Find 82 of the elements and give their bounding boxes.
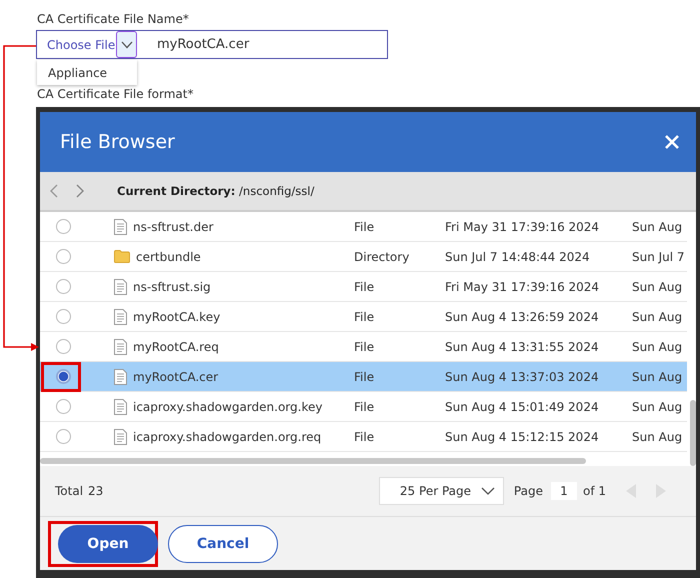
file-name: icaproxy.shadowgarden.org.req [133, 430, 322, 444]
modified-date: Sun Jul 7 14:48:44 2024 [445, 250, 591, 264]
date-cell-text: Sun Aug [632, 280, 684, 294]
horizontal-scrollbar[interactable] [40, 458, 586, 464]
current-directory: Current Directory: /nsconfig/ssl/ [117, 184, 314, 198]
modified-date: Sun Aug 4 15:01:49 2024 [445, 400, 600, 414]
date-cell-text: Sun Aug [632, 220, 684, 234]
document-icon [114, 308, 127, 324]
radio-button[interactable] [56, 339, 70, 354]
close-button[interactable] [664, 134, 680, 150]
document-icon [114, 428, 127, 444]
modified-date: Fri May 31 17:39:16 2024 [445, 280, 600, 294]
file-type: File [354, 220, 376, 234]
per-page-select[interactable]: 25 Per Page [378, 477, 504, 505]
file-row[interactable]: ns-sftrust.sig File Fri May 31 17:39:16 2024 Sun Aug [40, 272, 687, 302]
file-type: File [354, 370, 376, 384]
file-type: Directory [354, 250, 410, 264]
per-page-value: 25 Per Page [400, 484, 471, 498]
radio-button[interactable] [56, 249, 70, 264]
file-row[interactable]: myRootCA.key File Sun Aug 4 13:26:59 2024 Sun Aug [40, 302, 687, 332]
close-icon [664, 134, 680, 150]
file-type: File [354, 430, 376, 444]
radio-button[interactable] [56, 219, 70, 234]
file-name: icaproxy.shadowgarden.org.key [133, 400, 322, 414]
folder-icon [114, 250, 130, 263]
radio-button[interactable] [56, 369, 70, 384]
date-cell-text: Sun Aug [632, 400, 684, 414]
date-cell-text: Sun Aug [632, 430, 684, 444]
date-cell-text: Sun Aug [632, 310, 684, 324]
menu-item[interactable]: Appliance [37, 60, 137, 85]
document-icon [114, 278, 127, 294]
chevron-left-icon [50, 184, 58, 198]
document-icon [114, 368, 127, 384]
document-icon [114, 398, 127, 414]
file-name-field[interactable]: Choose File myRootCA.cer [36, 30, 388, 59]
file-name: myRootCA.req [133, 340, 219, 354]
open-button[interactable]: Open [58, 524, 158, 562]
total-label: Total [55, 484, 84, 498]
chevron-right-icon [76, 184, 84, 198]
file-name: ns-sftrust.der [133, 220, 214, 234]
date-cell-text: Sun Aug [632, 370, 684, 384]
file-row[interactable]: ns-sftrust.der File Fri May 31 17:39:16 2024 Sun Aug [40, 212, 687, 242]
modified-date: Sun Aug 4 13:37:03 2024 [445, 370, 600, 384]
page-number-field[interactable]: 1 [550, 482, 577, 500]
modified-date: Fri May 31 17:39:16 2024 [445, 220, 600, 234]
document-icon [114, 338, 127, 354]
page-count: of 1 [582, 484, 606, 498]
date-cell-text: Sun Aug [632, 340, 684, 354]
file-type: File [354, 280, 376, 294]
chevron-down-icon [480, 487, 495, 495]
file-name: myRootCA.key [133, 310, 220, 324]
modified-date: Sun Aug 4 13:26:59 2024 [445, 310, 600, 324]
chevron-down-icon [120, 40, 132, 48]
field-label: CA Certificate File format* [37, 86, 194, 102]
file-row[interactable]: icaproxy.shadowgarden.org.key File Sun Aug 4 15:01:49 2024 Sun Aug [40, 392, 687, 422]
choose-file-text: Choose File [46, 38, 116, 52]
highlight-box [41, 362, 81, 392]
total-count: 23 [88, 484, 104, 498]
vertical-scrollbar[interactable] [690, 400, 696, 466]
page-label: Page [514, 484, 543, 498]
radio-button[interactable] [56, 399, 70, 414]
radio-button[interactable] [56, 429, 70, 444]
modified-date: Sun Aug 4 13:31:55 2024 [445, 340, 600, 354]
file-name-value: myRootCA.cer [157, 37, 250, 52]
document-icon [114, 218, 127, 234]
radio-button[interactable] [56, 279, 70, 294]
file-name: myRootCA.cer [133, 370, 218, 384]
file-row[interactable]: myRootCA.cer File Sun Aug 4 13:37:03 2024 Sun Aug [40, 362, 687, 392]
cancel-button[interactable]: Cancel [168, 524, 278, 562]
file-row[interactable]: icaproxy.shadowgarden.org.req File Sun Aug 4 15:12:15 2024 Sun Aug [40, 422, 687, 452]
file-type: File [354, 400, 376, 414]
date-cell-text: Sun Jul 7 [632, 250, 686, 264]
modified-date: Sun Aug 4 15:12:15 2024 [445, 430, 600, 444]
radio-button[interactable] [56, 309, 70, 324]
file-row[interactable]: certbundle Directory Sun Jul 7 14:48:44 2024 Sun Jul 7 [40, 242, 687, 272]
dropdown-button[interactable] [116, 31, 137, 58]
file-type: File [354, 310, 376, 324]
file-type: File [354, 340, 376, 354]
file-name: ns-sftrust.sig [133, 280, 211, 294]
dialog-title: File Browser [60, 131, 175, 153]
field-label: CA Certificate File Name* [37, 11, 190, 28]
file-name: certbundle [136, 250, 201, 264]
